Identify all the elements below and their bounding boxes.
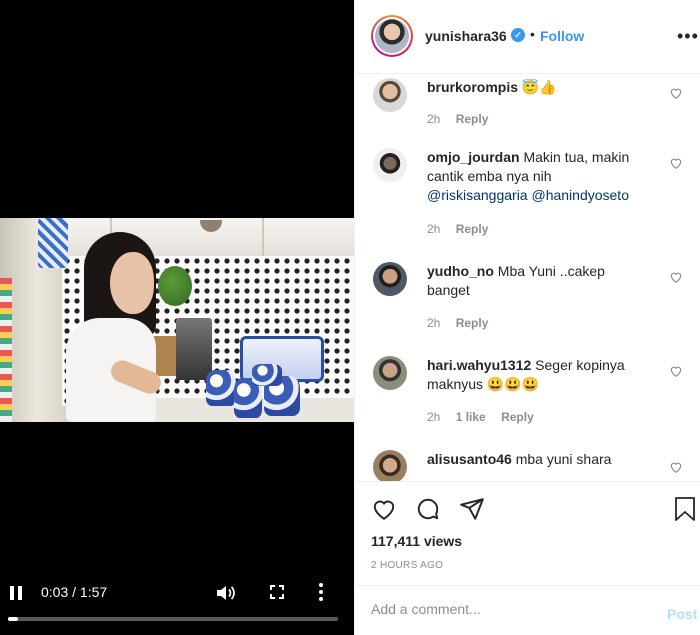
post-header: yunishara36 ✓ • Follow ••• — [355, 0, 700, 74]
heart-icon[interactable] — [669, 364, 683, 378]
add-comment-bar: Post — [355, 585, 700, 635]
post-button[interactable]: Post — [667, 606, 697, 622]
commenter-avatar[interactable] — [373, 262, 407, 296]
volume-icon[interactable] — [216, 584, 236, 602]
fullscreen-icon[interactable] — [270, 585, 284, 599]
porcelain-jar — [206, 370, 236, 406]
comment-meta: 2h Reply — [427, 222, 500, 236]
comment-text: alisusanto46 mba yuni shara — [427, 450, 649, 469]
comment-meta: 2h Reply — [427, 316, 500, 330]
coffee-machine — [176, 318, 212, 380]
comments-list[interactable]: brurkorompis 😇👍 2h Reply omjo_jourdan Ma… — [355, 74, 700, 481]
video-frame[interactable] — [0, 218, 354, 422]
comment-meta: 2h 1 like Reply — [427, 410, 546, 424]
heart-icon[interactable] — [371, 496, 397, 522]
verified-icon: ✓ — [511, 28, 525, 42]
video-progress-bar[interactable] — [8, 617, 338, 621]
commenter-username[interactable]: brurkorompis — [427, 79, 518, 95]
commenter-avatar[interactable] — [373, 148, 407, 182]
post-timestamp[interactable]: 2 HOURS AGO — [371, 560, 443, 571]
comment-text: yudho_no Mba Yuni ..cakep banget — [427, 262, 649, 300]
comment-mention[interactable]: @hanindyoseto — [531, 187, 629, 203]
comment-icon[interactable] — [415, 496, 441, 522]
post-actions: 117,411 views 2 HOURS AGO — [355, 481, 700, 585]
bookmark-icon[interactable] — [673, 496, 697, 522]
commenter-avatar[interactable] — [373, 450, 407, 481]
comment-time: 2h — [427, 222, 441, 236]
commenter-avatar[interactable] — [373, 356, 407, 390]
comment-body: 😇👍 — [521, 79, 557, 95]
potted-plant — [158, 266, 192, 306]
more-vertical-icon[interactable] — [318, 582, 324, 602]
video-controls: 0:03 / 1:57 — [0, 574, 354, 614]
more-horizontal-icon[interactable]: ••• — [677, 26, 699, 47]
video-player[interactable]: 0:03 / 1:57 — [0, 0, 354, 635]
fridge-magnets — [0, 278, 12, 422]
share-icon[interactable] — [459, 496, 485, 522]
author-username[interactable]: yunishara36 — [425, 28, 507, 44]
view-count[interactable]: 117,411 views — [371, 533, 462, 549]
heart-icon[interactable] — [669, 460, 683, 474]
comment-text: hari.wahyu1312 Seger kopinya maknyus 😃😃😃 — [427, 356, 649, 394]
reply-button[interactable]: Reply — [501, 410, 534, 424]
woman-face — [110, 252, 154, 314]
reply-button[interactable]: Reply — [456, 316, 489, 330]
video-progress-fill — [8, 617, 18, 621]
comment-input[interactable] — [371, 601, 631, 617]
commenter-username[interactable]: omjo_jourdan — [427, 149, 520, 165]
reply-button[interactable]: Reply — [456, 222, 489, 236]
commenter-username[interactable]: yudho_no — [427, 263, 494, 279]
hanging-towel — [38, 218, 68, 268]
header-separator: • — [530, 26, 535, 42]
pause-icon[interactable] — [10, 586, 22, 600]
comment-text: omjo_jourdan Makin tua, makin cantik emb… — [427, 148, 649, 205]
video-time: 0:03 / 1:57 — [41, 584, 108, 600]
porcelain-jar — [252, 364, 282, 386]
cabinet-seam — [262, 218, 264, 260]
commenter-username[interactable]: hari.wahyu1312 — [427, 357, 531, 373]
commenter-username[interactable]: alisusanto46 — [427, 451, 512, 467]
comment-time: 2h — [427, 112, 441, 126]
comment-likes[interactable]: 1 like — [456, 410, 486, 424]
heart-icon[interactable] — [669, 156, 683, 170]
comment-time: 2h — [427, 316, 441, 330]
comment-time: 2h — [427, 410, 441, 424]
commenter-avatar[interactable] — [373, 78, 407, 112]
comment-text: brurkorompis 😇👍 — [427, 78, 649, 97]
heart-icon[interactable] — [669, 270, 683, 284]
follow-button[interactable]: Follow — [540, 28, 584, 44]
post-sidebar: yunishara36 ✓ • Follow ••• brurkorompis … — [354, 0, 700, 635]
comment-meta: 2h Reply — [427, 112, 500, 126]
comment-mention[interactable]: @riskisanggaria — [427, 187, 528, 203]
heart-icon[interactable] — [669, 86, 683, 100]
reply-button[interactable]: Reply — [456, 112, 489, 126]
author-avatar[interactable] — [371, 15, 413, 57]
comment-body: mba yuni shara — [515, 451, 612, 467]
